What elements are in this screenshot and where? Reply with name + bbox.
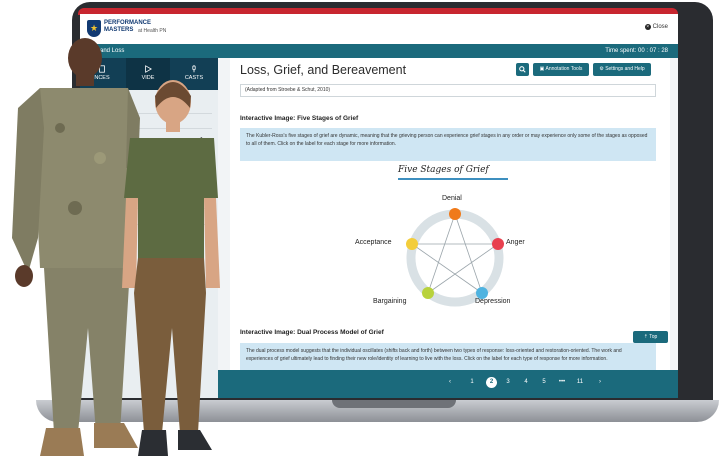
- next-page-button[interactable]: ›: [594, 379, 606, 385]
- page-2-current[interactable]: 2: [486, 377, 497, 388]
- close-icon: ×: [644, 24, 651, 30]
- stage-node-denial[interactable]: [449, 208, 461, 220]
- stage-label-anger[interactable]: Anger: [506, 239, 525, 246]
- page-5[interactable]: 5: [538, 379, 550, 385]
- close-button[interactable]: × Close: [644, 24, 668, 30]
- page-1[interactable]: 1: [466, 379, 478, 385]
- page-3[interactable]: 3: [502, 379, 514, 385]
- brand-line-1: PERFORMANCE: [104, 20, 152, 26]
- section-heading-five-stages: Interactive Image: Five Stages of Grief: [240, 115, 359, 122]
- page-title: Loss, Grief, and Bereavement: [240, 63, 407, 77]
- arrow-up-icon: ⇡: [643, 334, 648, 340]
- page-ellipsis: •••: [558, 379, 566, 385]
- info-box-five-stages: The Kubler-Ross's five stages of grief a…: [240, 128, 656, 161]
- annotation-tools-label: Annotation Tools: [545, 66, 583, 72]
- stage-label-depression[interactable]: Depression: [475, 298, 510, 305]
- stage-node-anger[interactable]: [492, 238, 504, 250]
- time-spent: Time spent: 00 : 07 : 28: [605, 48, 668, 54]
- stage-label-acceptance[interactable]: Acceptance: [355, 239, 392, 246]
- annotation-tools-button[interactable]: ▣ Annotation Tools: [533, 63, 589, 76]
- stage-node-acceptance[interactable]: [406, 238, 418, 250]
- source-note: (Adapted from Stroebe & Schut, 2010): [240, 84, 656, 97]
- soldier-figure: [12, 38, 140, 456]
- page-11[interactable]: 11: [574, 379, 586, 385]
- search-icon: [519, 66, 526, 73]
- page-4[interactable]: 4: [520, 379, 532, 385]
- brand-shield-icon: ★: [87, 20, 101, 37]
- gear-icon: ⚙: [599, 66, 604, 72]
- figure-title: Five Stages of Grief: [398, 165, 489, 175]
- presenters-illustration: [12, 38, 220, 456]
- five-stages-diagram: [406, 208, 504, 307]
- stage-label-bargaining[interactable]: Bargaining: [373, 298, 406, 305]
- section-heading-dual-process: Interactive Image: Dual Process Model of…: [240, 329, 384, 336]
- figure-title-underline: [398, 178, 508, 180]
- annotation-icon: ▣: [539, 66, 545, 72]
- laptop-notch: [332, 400, 456, 408]
- stage-node-bargaining[interactable]: [422, 287, 434, 299]
- pagination: ‹ 1 2 3 4 5 ••• 11 ›: [218, 370, 678, 398]
- top-label: Top: [649, 334, 658, 340]
- settings-help-label: Settings and Help: [605, 66, 645, 72]
- back-to-top-button[interactable]: ⇡ Top: [633, 331, 668, 343]
- settings-help-button[interactable]: ⚙ Settings and Help: [593, 63, 651, 76]
- close-label: Close: [652, 24, 668, 30]
- stage-label-denial[interactable]: Denial: [442, 195, 462, 202]
- prev-page-button[interactable]: ‹: [444, 379, 456, 385]
- search-button[interactable]: [516, 63, 529, 76]
- content-panel: Loss, Grief, and Bereavement ▣ Annotatio…: [230, 58, 670, 377]
- product-name: at Health PN: [138, 28, 167, 34]
